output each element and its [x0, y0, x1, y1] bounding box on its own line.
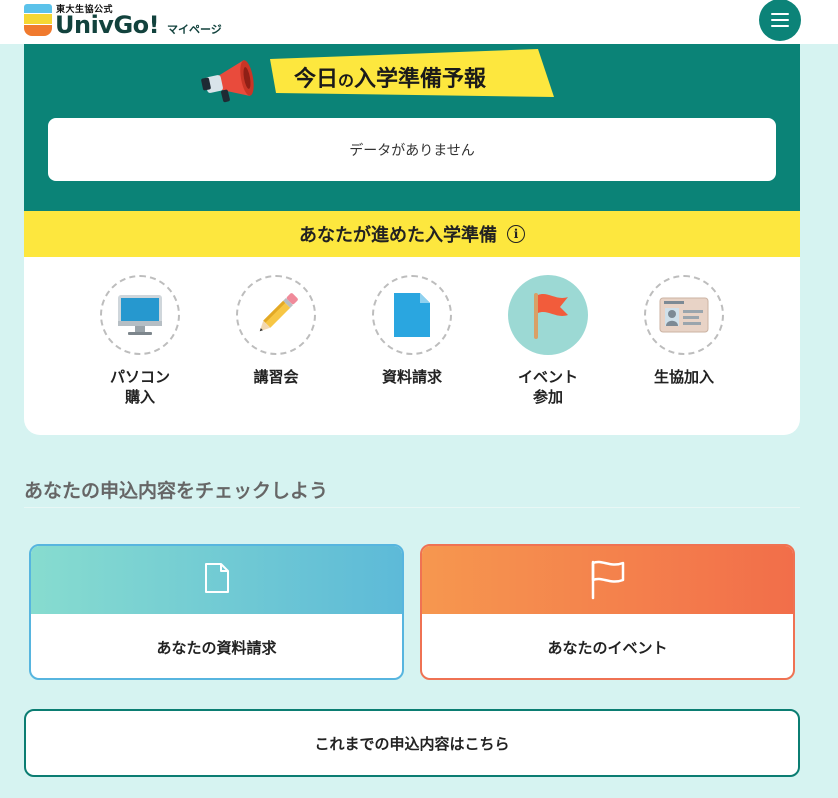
step-label: パソコン 購入	[109, 368, 170, 406]
flag-icon	[534, 293, 568, 339]
preparation-progress-card: あなたが進めた入学準備 i パソコン 購入 講習会 資料請求 イベント 参加 生…	[24, 211, 800, 435]
daily-forecast-panel: 今日の入学準備予報 データがありません	[24, 44, 800, 212]
info-icon[interactable]: i	[507, 225, 525, 243]
step-workshop[interactable]: 講習会	[221, 275, 331, 387]
step-coop-membership[interactable]: 生協加入	[629, 275, 739, 387]
computer-icon	[118, 295, 162, 335]
logo-wordmark: UnivGo!	[55, 11, 160, 39]
progress-header: あなたが進めた入学準備 i	[24, 211, 800, 257]
step-label: 講習会	[253, 368, 299, 386]
hamburger-icon	[771, 13, 789, 15]
events-label: あなたのイベント	[547, 638, 668, 657]
document-requests-card[interactable]: あなたの資料請求	[29, 544, 404, 680]
section-divider	[24, 507, 800, 508]
applications-section-title: あなたの申込内容をチェックしよう	[24, 480, 329, 502]
step-label: 資料請求	[381, 368, 442, 386]
step-label: 生協加入	[653, 368, 714, 386]
site-header: 東大生協公式 UnivGo! マイページ	[0, 0, 838, 44]
id-card-icon	[659, 297, 709, 333]
logo-subtitle: マイページ	[167, 23, 222, 36]
forecast-title-banner: 今日の入学準備予報	[270, 49, 554, 97]
progress-title: あなたが進めた入学準備	[299, 225, 497, 246]
step-label: イベント 参加	[517, 368, 578, 406]
logo-mark-icon	[24, 4, 52, 36]
hamburger-menu-button[interactable]	[759, 0, 801, 41]
pencil-icon	[259, 293, 298, 332]
step-document-request[interactable]: 資料請求	[357, 275, 467, 387]
events-card[interactable]: あなたのイベント	[420, 544, 795, 680]
forecast-title: 今日の入学準備予報	[294, 67, 487, 92]
document-outline-icon	[204, 563, 229, 593]
flag-outline-icon	[591, 560, 624, 600]
document-requests-label: あなたの資料請求	[156, 638, 277, 657]
megaphone-icon	[201, 60, 254, 103]
step-event-participation[interactable]: イベント 参加	[493, 275, 603, 407]
univgo-logo[interactable]: 東大生協公式 UnivGo! マイページ	[24, 2, 234, 40]
step-pc-purchase[interactable]: パソコン 購入	[85, 275, 195, 407]
forecast-empty-message: データがありません	[48, 118, 776, 181]
document-icon	[394, 293, 430, 337]
application-history-button[interactable]: これまでの申込内容はこちら	[24, 709, 800, 777]
